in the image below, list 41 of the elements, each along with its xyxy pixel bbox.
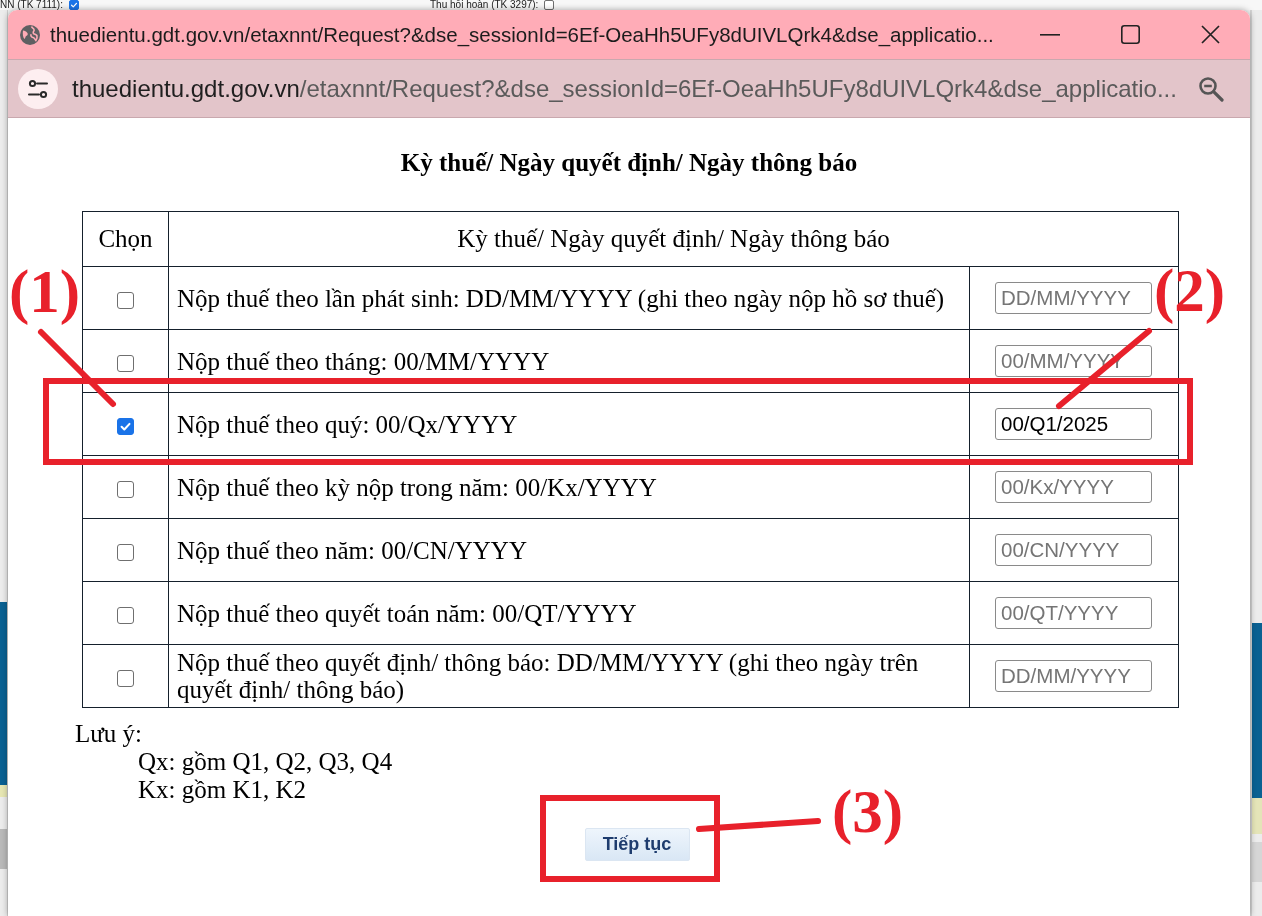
continue-button[interactable]: Tiếp tục	[584, 828, 690, 861]
date-input[interactable]: 00/Kx/YYYY	[995, 471, 1152, 503]
checkbox[interactable]	[117, 606, 134, 624]
date-input[interactable]: DD/MM/YYYY	[995, 282, 1152, 314]
checkbox[interactable]	[117, 417, 134, 435]
date-input[interactable]: DD/MM/YYYY	[995, 660, 1152, 692]
window-title: thuedientu.gdt.gov.vn/etaxnnt/Request?&dse_sessionId=6Ef-OeaHh5UFy8dUIVLQrk4&dse_applicatio...	[50, 22, 995, 47]
close-icon[interactable]	[1200, 25, 1220, 44]
note-title: Lưu ý:	[75, 720, 143, 748]
table-cell: Nộp thuế theo lần phát sinh: DD/MM/YYYY (ghi theo ngày nộp hồ sơ thuế)	[168, 266, 970, 330]
date-input[interactable]: 00/CN/YYYY	[995, 534, 1152, 566]
note-line: Kx: gồm K1, K2	[138, 776, 307, 804]
table-cell: Nộp thuế theo quyết toán năm: 00/QT/YYYY	[168, 581, 970, 645]
note-line: Qx: gồm Q1, Q2, Q3, Q4	[138, 748, 393, 776]
table-cell: Nộp thuế theo kỳ nộp trong năm: 00/Kx/YYYY	[168, 455, 970, 519]
checkbox[interactable]	[117, 354, 134, 372]
globe-icon	[20, 24, 40, 45]
dialog-heading: Kỳ thuế/ Ngày quyết định/ Ngày thông báo	[399, 149, 859, 177]
url-path[interactable]: /etaxnnt/Request?&dse_sessionId=6Ef-OeaHh5UFy8dUIVLQrk4&dse_applicatio...	[299, 74, 1177, 102]
checkbox[interactable]	[117, 291, 134, 309]
table-cell: Nộp thuế theo quý: 00/Qx/YYYY	[168, 392, 970, 456]
table-cell: Nộp thuế theo năm: 00/CN/YYYY	[168, 518, 970, 582]
table-cell: Nộp thuế theo quyết định/ thông báo: DD/MM/YYYY (ghi theo ngày trên quyết định/ thông báo)	[168, 644, 970, 708]
checkmark-icon	[70, 1, 78, 9]
checkbox[interactable]	[117, 543, 134, 561]
date-input[interactable]: 00/QT/YYYY	[995, 597, 1152, 629]
sliders-icon[interactable]	[18, 68, 58, 109]
checkbox[interactable]	[117, 669, 134, 687]
column-header: Kỳ thuế/ Ngày quyết định/ Ngày thông báo	[168, 211, 1179, 267]
annotation-label: (3)	[832, 778, 904, 846]
minimize-icon[interactable]	[1040, 33, 1060, 36]
url-domain[interactable]: thuedientu.gdt.gov.vn	[72, 74, 300, 102]
checkbox[interactable]	[117, 480, 134, 498]
field-label: NN (TK 7111):	[0, 0, 63, 10]
annotation-label: (1)	[9, 258, 81, 326]
field-label: Thu hồi hoàn (TK 3297):	[430, 0, 539, 10]
column-header: Chọn	[82, 211, 169, 267]
zoom-out-icon[interactable]	[1198, 75, 1224, 102]
maximize-icon[interactable]	[1120, 25, 1140, 44]
date-input[interactable]: 00/Q1/2025	[995, 408, 1152, 440]
table-cell: Nộp thuế theo tháng: 00/MM/YYYY	[168, 329, 970, 393]
